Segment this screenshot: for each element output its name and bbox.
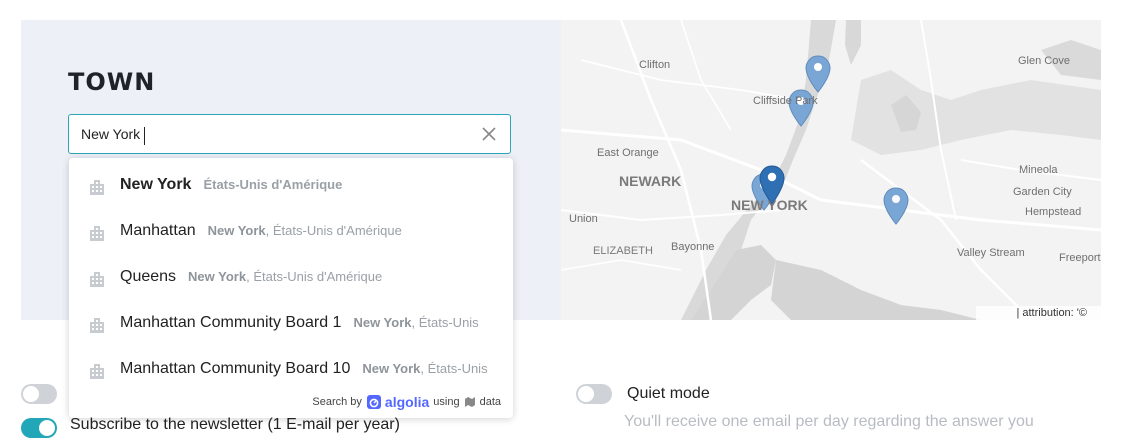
algolia-brand: algolia [384,394,430,410]
suggestion-meta: New York, États-Unis [353,315,479,330]
algolia-footer[interactable]: Search by algolia using data [312,394,501,410]
building-icon [90,180,104,195]
map-label-elizabeth: ELIZABETH [593,245,653,257]
map-label-valley-stream: Valley Stream [957,247,1025,259]
suggestion-name: Manhattan Community Board 10 New York, Ét… [120,360,488,377]
algolia-icon [366,395,381,409]
map-label-union: Union [569,213,598,225]
building-icon [90,318,104,333]
quiet-mode-label: Quiet mode [627,385,710,402]
suggestion-meta: États-Unis d'Amérique [203,177,343,192]
map-label-newark: NEWARK [619,173,681,189]
suggestion-name: Manhattan Community Board 1 New York, Éta… [120,314,479,331]
text-caret [144,127,145,145]
toggle-knob [578,386,594,402]
suggestion-meta: New York, États-Unis d'Amérique [188,269,383,284]
map-canvas[interactable]: Clifton Cliffside Park Glen Cove East Or… [561,20,1101,320]
map-label-glen-cove: Glen Cove [1018,55,1070,67]
suggestion-item-3[interactable]: Manhattan Community Board 1 New York, Éta… [69,298,513,344]
map-data-icon [464,397,475,407]
suggestion-name: Queens New York, États-Unis d'Amérique [120,268,383,285]
subscribe-toggle-switch[interactable] [21,418,57,438]
quiet-mode-description: You'll receive one email per day regardi… [624,413,1034,430]
suggestion-name: New York États-Unis d'Amérique [120,176,343,193]
map-label-garden-city: Garden City [1013,186,1072,198]
close-icon[interactable] [480,125,498,143]
town-search-input[interactable] [81,115,471,153]
subscribe-label: Subscribe to the newsletter (1 E-mail pe… [70,416,400,433]
suggestion-item-1[interactable]: Manhattan New York, États-Unis d'Amérique [69,206,513,252]
town-heading: TOWN [68,68,156,96]
algolia-logo: algolia [366,394,429,410]
map-label-east-orange: East Orange [597,147,659,159]
left-toggle-switch[interactable] [21,384,57,404]
map-label-bayonne: Bayonne [671,241,714,253]
suggestion-name: Manhattan New York, États-Unis d'Amérique [120,222,402,239]
building-icon [90,226,104,241]
map-view[interactable]: Clifton Cliffside Park Glen Cove East Or… [561,20,1101,320]
suggestion-meta: New York, États-Unis d'Amérique [207,223,402,238]
building-icon [90,272,104,287]
map-label-clifton: Clifton [639,59,670,71]
using-label: using [433,396,460,408]
suggestion-item-2[interactable]: Queens New York, États-Unis d'Amérique [69,252,513,298]
quiet-mode-toggle[interactable] [576,384,612,404]
suggestion-dropdown: New York États-Unis d'Amérique Manhattan N… [69,158,513,418]
map-label-hempstead: Hempstead [1025,206,1081,218]
town-search-box[interactable] [68,114,511,154]
suggestion-meta: New York, États-Unis [362,361,488,376]
toggle-knob [39,420,55,436]
building-icon [90,364,104,379]
data-label: data [479,396,501,408]
map-label-mineola: Mineola [1019,164,1058,176]
search-by-label: Search by [312,396,362,408]
suggestion-item-4[interactable]: Manhattan Community Board 10 New York, Ét… [69,344,513,390]
map-attribution[interactable]: | attribution: '© [976,306,1101,320]
toggle-knob [23,386,39,402]
map-label-freeport: Freeport [1059,252,1101,264]
map-label-cliffside-park: Cliffside Park [753,95,818,107]
map-label-new-york: NEW YORK [731,197,808,213]
suggestion-item-0[interactable]: New York États-Unis d'Amérique [69,160,513,206]
